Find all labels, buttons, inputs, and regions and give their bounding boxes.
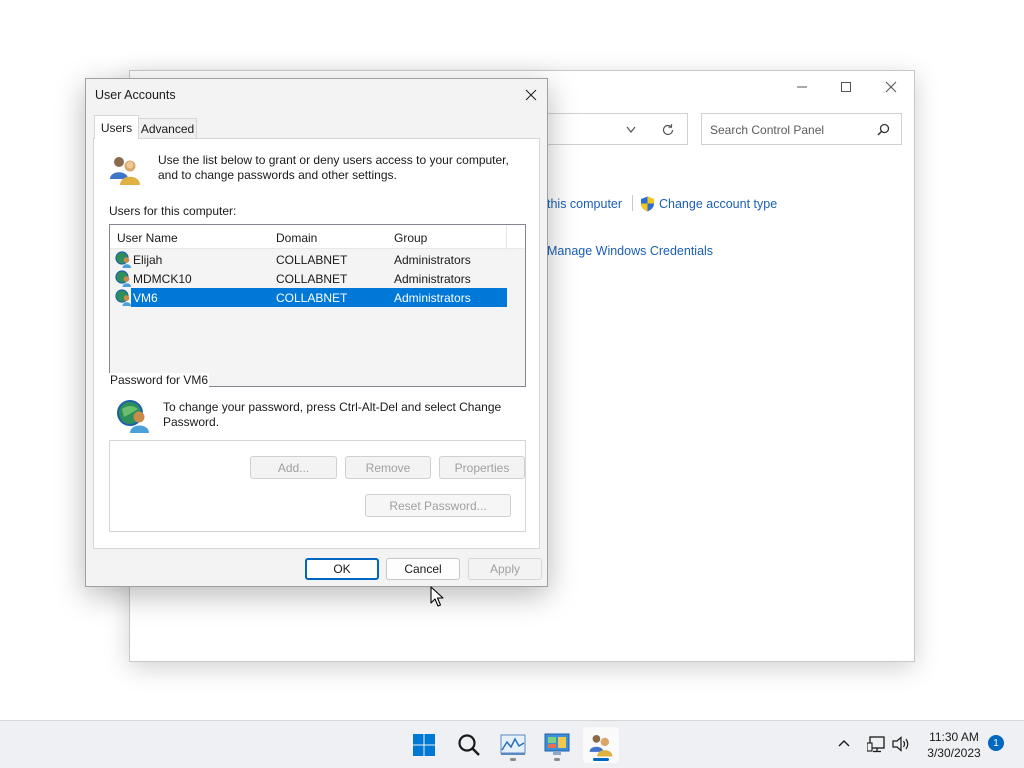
- users-list-label: Users for this computer:: [109, 204, 237, 218]
- domain-user-icon: [115, 251, 131, 268]
- link-this-computer[interactable]: this computer: [547, 197, 622, 211]
- address-bar[interactable]: [530, 113, 688, 145]
- cell-domain: COLLABNET: [276, 253, 348, 267]
- clock-time: 11:30 AM: [929, 730, 979, 744]
- dialog-close-button[interactable]: [519, 83, 543, 107]
- close-button[interactable]: [871, 75, 911, 99]
- link-change-account-type[interactable]: Change account type: [659, 197, 777, 211]
- maximize-icon: [841, 82, 851, 92]
- table-row[interactable]: Elijah COLLABNET Administrators: [110, 250, 507, 269]
- column-header-user-name[interactable]: User Name: [110, 225, 270, 249]
- search-icon[interactable]: [877, 123, 890, 136]
- link-manage-credentials[interactable]: Manage Windows Credentials: [547, 244, 713, 258]
- column-header-group[interactable]: Group: [387, 225, 507, 249]
- password-group: [109, 440, 526, 532]
- close-icon: [525, 89, 537, 101]
- taskbar: [0, 720, 1024, 768]
- search-placeholder: Search Control Panel: [710, 123, 825, 137]
- performance-monitor-icon: [500, 734, 526, 755]
- clock-date: 3/30/2023: [927, 746, 981, 760]
- cell-group: Administrators: [394, 253, 471, 267]
- notification-badge[interactable]: 1: [988, 735, 1004, 751]
- intro-text: Use the list below to grant or deny user…: [158, 153, 509, 182]
- dialog-title: User Accounts: [95, 88, 176, 102]
- tab-users-label: Users: [100, 120, 133, 135]
- windows-logo-icon: [413, 734, 435, 756]
- refresh-icon[interactable]: [661, 123, 675, 137]
- search-taskbar-button[interactable]: [451, 727, 487, 763]
- cell-domain: COLLABNET: [276, 291, 348, 305]
- close-icon: [885, 81, 897, 93]
- user-accounts-dialog: User Accounts Users Advanced Use the lis…: [85, 78, 548, 587]
- tab-advanced-label: Advanced: [140, 122, 195, 136]
- cell-user-name: MDMCK10: [133, 272, 192, 286]
- domain-user-icon: [115, 289, 131, 306]
- control-panel-icon: [544, 733, 570, 755]
- network-icon[interactable]: [867, 735, 887, 753]
- taskbar-app-control-panel[interactable]: [539, 727, 575, 763]
- minimize-icon: [797, 86, 807, 88]
- chevron-up-icon[interactable]: [838, 739, 850, 747]
- start-button[interactable]: [406, 727, 442, 763]
- cell-group: Administrators: [394, 291, 471, 305]
- password-group-label: Password for VM6: [109, 373, 210, 387]
- taskbar-app-user-accounts[interactable]: [583, 727, 619, 763]
- system-clock[interactable]: 11:30 AM 3/30/2023: [918, 729, 990, 761]
- taskbar-app-performance[interactable]: [495, 727, 531, 763]
- chevron-down-icon[interactable]: [626, 126, 636, 134]
- users-list[interactable]: User Name Domain Group Elijah COLLABNET …: [109, 224, 526, 387]
- running-indicator: [510, 758, 516, 761]
- password-help-text: To change your password, press Ctrl-Alt-…: [163, 400, 502, 429]
- maximize-button[interactable]: [826, 75, 866, 99]
- running-indicator: [554, 758, 560, 761]
- ok-button[interactable]: OK: [305, 558, 379, 580]
- user-globe-icon: [117, 400, 149, 433]
- column-header-filler: [507, 225, 525, 249]
- volume-icon[interactable]: [891, 736, 911, 752]
- link-separator: [632, 195, 633, 211]
- search-input[interactable]: Search Control Panel: [701, 113, 902, 145]
- shield-icon: [641, 196, 654, 212]
- cell-group: Administrators: [394, 272, 471, 286]
- reset-password-button[interactable]: Reset Password...: [365, 494, 511, 517]
- column-header-domain[interactable]: Domain: [269, 225, 388, 249]
- cancel-button[interactable]: Cancel: [386, 558, 460, 580]
- table-row-selected[interactable]: VM6 COLLABNET Administrators: [110, 288, 507, 307]
- active-indicator: [593, 758, 609, 761]
- cell-user-name: Elijah: [133, 253, 163, 267]
- users-group-icon: [110, 157, 140, 185]
- minimize-button[interactable]: [782, 75, 822, 99]
- users-tab-panel: Use the list below to grant or deny user…: [93, 138, 540, 549]
- table-row[interactable]: MDMCK10 COLLABNET Administrators: [110, 269, 507, 288]
- users-group-icon: [589, 735, 613, 757]
- tab-advanced[interactable]: Advanced: [139, 118, 197, 139]
- apply-button[interactable]: Apply: [468, 558, 542, 580]
- search-icon: [458, 734, 480, 756]
- cell-domain: COLLABNET: [276, 272, 348, 286]
- domain-user-icon: [115, 270, 131, 287]
- cell-user-name: VM6: [133, 291, 158, 305]
- tab-users[interactable]: Users: [94, 115, 139, 139]
- mouse-cursor-icon: [430, 586, 444, 607]
